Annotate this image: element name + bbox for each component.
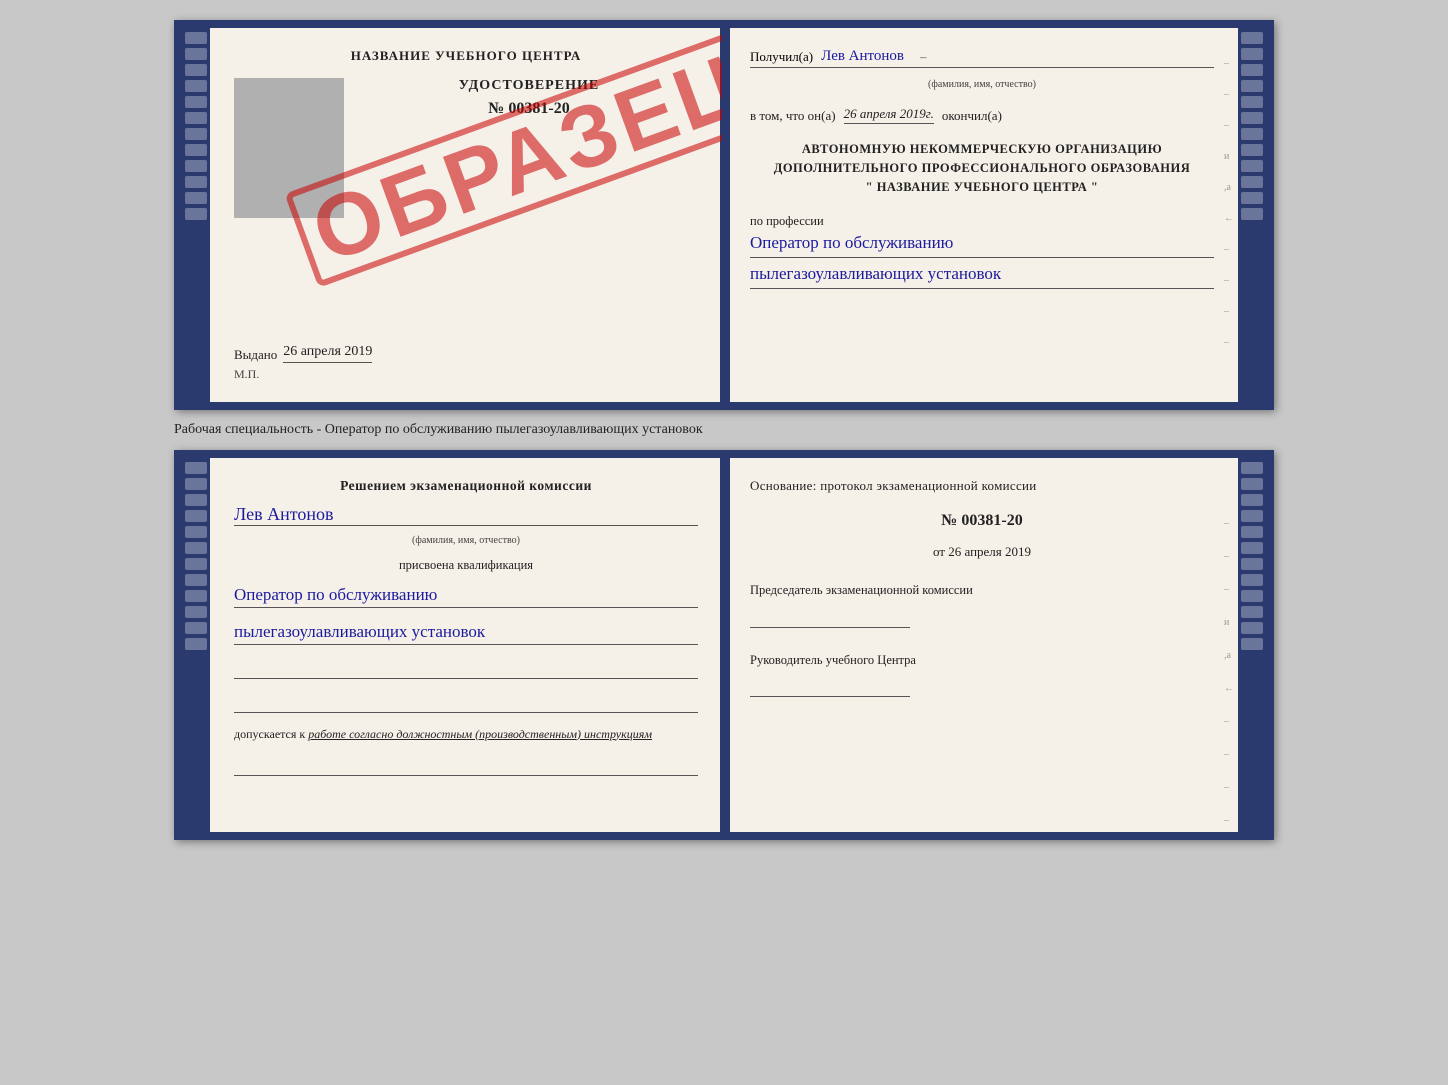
rukovoditel-sign-line — [750, 673, 910, 697]
osnovaniye-label: Основание: протокол экзаменационной коми… — [750, 478, 1214, 494]
document-container: НАЗВАНИЕ УЧЕБНОГО ЦЕНТРА ОБРАЗЕЦ УДОСТОВ… — [20, 20, 1428, 840]
vydano-label: Выдано — [234, 347, 277, 363]
specialty-label: Рабочая специальность - Оператор по обсл… — [174, 422, 1274, 438]
mp-label: М.П. — [234, 367, 698, 382]
vydano-date: 26 апреля 2019 — [283, 344, 372, 363]
qual-right-page: Основание: протокол экзаменационной коми… — [730, 458, 1238, 832]
side-marks-qual: – – – и ,а ← – – – – — [1224, 518, 1234, 826]
qual-person-name: Лев Антонов — [234, 504, 698, 526]
dopuskaetsya-text: работе согласно должностным (производств… — [308, 727, 652, 741]
obrazec-stamp: ОБРАЗЕЦ — [340, 108, 718, 208]
rukovoditel-label: Руководитель учебного Центра — [750, 652, 1214, 670]
vydano-row: Выдано 26 апреля 2019 — [234, 344, 698, 363]
cert-number: № 00381-20 — [488, 100, 569, 118]
org-line3: " НАЗВАНИЕ УЧЕБНОГО ЦЕНТРА " — [750, 178, 1214, 197]
qual-left-page: Решением экзаменационной комиссии Лев Ан… — [210, 458, 722, 832]
fio-subtext-cert: (фамилия, имя, отчество) — [750, 79, 1214, 90]
vtom-row: в том, что он(а) 26 апреля 2019г. окончи… — [750, 106, 1214, 124]
professiya-line2: пылегазоулавливающих установок — [750, 262, 1214, 289]
predsedatel-label: Председатель экзаменационной комиссии — [750, 582, 1214, 600]
spine-right — [1238, 28, 1266, 402]
spine-left — [182, 28, 210, 402]
okonchil-label: окончил(а) — [942, 108, 1002, 124]
blank-line2 — [234, 693, 698, 713]
rukovoditel-block: Руководитель учебного Центра — [750, 652, 1214, 698]
org-line1: АВТОНОМНУЮ НЕКОММЕРЧЕСКУЮ ОРГАНИЗАЦИЮ — [750, 140, 1214, 159]
protocol-number: № 00381-20 — [750, 512, 1214, 530]
qual-spine-right — [1238, 458, 1266, 832]
cert-school-name: НАЗВАНИЕ УЧЕБНОГО ЦЕНТРА — [234, 48, 698, 64]
qualification-book: Решением экзаменационной комиссии Лев Ан… — [174, 450, 1274, 840]
udostoverenie-title: УДОСТОВЕРЕНИЕ — [459, 78, 599, 94]
side-marks-cert: – – – и ,а ← – – – – — [1224, 58, 1234, 348]
cert-right-page: Получил(а) Лев Антонов – (фамилия, имя, … — [730, 28, 1238, 402]
ot-date: 26 апреля 2019 — [948, 544, 1031, 559]
cert-date: 26 апреля 2019г. — [844, 106, 934, 124]
poluchil-label: Получил(а) — [750, 49, 813, 65]
center-divider — [722, 28, 730, 402]
vtom-label: в том, что он(а) — [750, 108, 836, 124]
recipient-name: Лев Антонов — [821, 48, 904, 65]
org-line2: ДОПОЛНИТЕЛЬНОГО ПРОФЕССИОНАЛЬНОГО ОБРАЗО… — [750, 159, 1214, 178]
predsedatel-sign-line — [750, 604, 910, 628]
qual-center-divider — [722, 458, 730, 832]
ot-label: от — [933, 544, 945, 559]
dopuskaetsya-label: допускается к — [234, 727, 305, 741]
professiya-line1: Оператор по обслуживанию — [750, 231, 1214, 258]
prisvoena-label: присвоена квалификация — [234, 558, 698, 573]
certificate-book: НАЗВАНИЕ УЧЕБНОГО ЦЕНТРА ОБРАЗЕЦ УДОСТОВ… — [174, 20, 1274, 410]
blank-line3 — [234, 756, 698, 776]
dopuskaetsya-row: допускается к работе согласно должностны… — [234, 727, 698, 742]
qual-value2: пылегазоулавливающих установок — [234, 620, 698, 645]
obrazec-text: ОБРАЗЕЦ — [284, 28, 722, 288]
qual-spine-left — [182, 458, 210, 832]
professiya-block: по профессии Оператор по обслуживанию пы… — [750, 214, 1214, 289]
cert-left-text: ОБРАЗЕЦ УДОСТОВЕРЕНИЕ № 00381-20 — [360, 68, 698, 128]
professiya-label: по профессии — [750, 214, 1214, 229]
cert-left-middle: ОБРАЗЕЦ УДОСТОВЕРЕНИЕ № 00381-20 — [234, 68, 698, 328]
predsedatel-block: Председатель экзаменационной комиссии — [750, 582, 1214, 628]
qual-value1: Оператор по обслуживанию — [234, 583, 698, 608]
decision-label: Решением экзаменационной комиссии — [234, 478, 698, 494]
poluchil-row: Получил(а) Лев Антонов – — [750, 48, 1214, 68]
cert-left-page: НАЗВАНИЕ УЧЕБНОГО ЦЕНТРА ОБРАЗЕЦ УДОСТОВ… — [210, 28, 722, 402]
photo-placeholder — [234, 78, 344, 218]
org-block: АВТОНОМНУЮ НЕКОММЕРЧЕСКУЮ ОРГАНИЗАЦИЮ ДО… — [750, 140, 1214, 196]
blank-line1 — [234, 659, 698, 679]
qual-fio-sub: (фамилия, имя, отчество) — [234, 535, 698, 546]
ot-row: от 26 апреля 2019 — [750, 544, 1214, 560]
